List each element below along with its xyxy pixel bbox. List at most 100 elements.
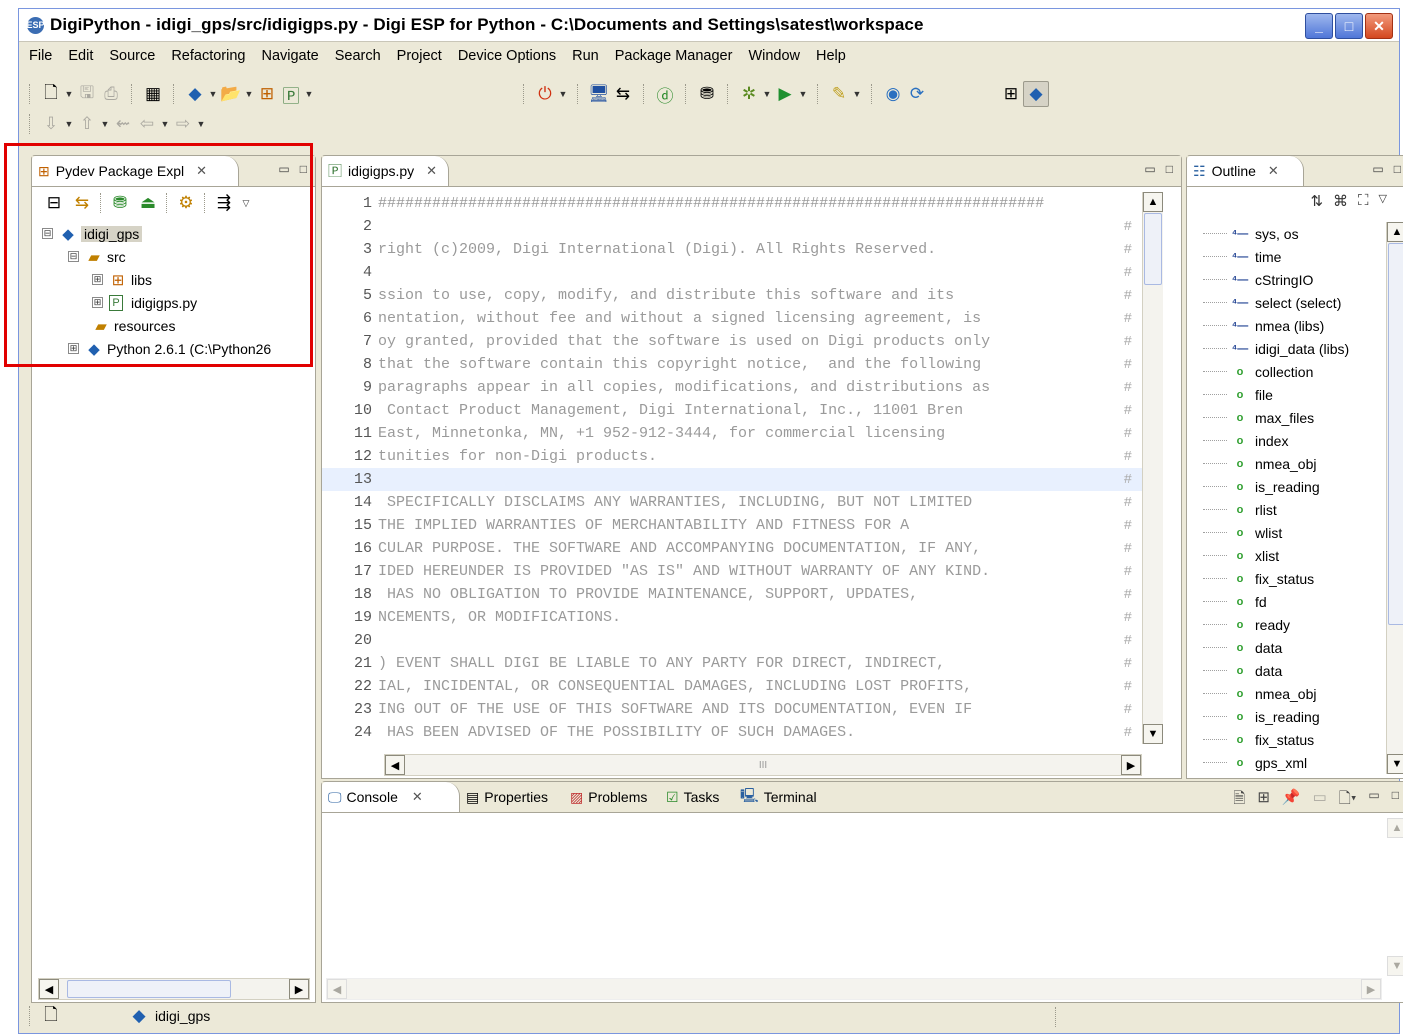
chevron-down-icon[interactable]: ▼ bbox=[761, 82, 773, 106]
run-icon[interactable]: ▶ bbox=[773, 82, 797, 106]
filter-icon[interactable]: ⛃ bbox=[108, 191, 132, 215]
focus-icon[interactable]: ⛶ bbox=[1358, 192, 1369, 210]
scroll-up-icon[interactable]: ▲ bbox=[1387, 222, 1403, 242]
minimize-view-icon[interactable]: ▭ bbox=[1144, 162, 1155, 176]
code-line[interactable]: 8 that the software contain this copyrigh… bbox=[322, 353, 1142, 376]
minimize-button[interactable]: _ bbox=[1305, 13, 1333, 39]
explorer-horizontal-scrollbar[interactable]: ◀ ▶ bbox=[38, 978, 310, 1000]
external-tools-icon[interactable]: ✎ bbox=[827, 82, 851, 106]
outline-item[interactable]: ⁴— nmea (libs) bbox=[1187, 314, 1383, 337]
menu-source[interactable]: Source bbox=[101, 48, 163, 64]
outline-item[interactable]: o index bbox=[1187, 429, 1383, 452]
menu-edit[interactable]: Edit bbox=[60, 48, 101, 64]
package-icon[interactable]: ⊞ bbox=[255, 82, 279, 106]
chevron-down-icon[interactable]: ▼ bbox=[63, 82, 75, 106]
minimize-view-icon[interactable]: ▭ bbox=[1368, 788, 1379, 813]
code-line[interactable]: 23 ING OUT OF THE USE OF THIS SOFTWARE AN… bbox=[322, 698, 1142, 721]
open-perspective-icon[interactable]: ⊞ bbox=[999, 82, 1023, 106]
outline-vertical-scrollbar[interactable]: ▲ ▼ bbox=[1386, 222, 1403, 774]
forward-icon[interactable]: ⇨ bbox=[171, 112, 195, 136]
tab-outline[interactable]: ☷ Outline ✕ bbox=[1187, 156, 1304, 186]
code-editor[interactable]: 1 #######################################… bbox=[322, 192, 1142, 744]
view-menu-icon[interactable]: ▽ bbox=[1379, 192, 1387, 210]
outline-item[interactable]: o fix_status bbox=[1187, 728, 1383, 751]
outline-item[interactable]: o collection bbox=[1187, 360, 1383, 383]
binary-file-icon[interactable]: ▦ bbox=[141, 82, 165, 106]
maximize-view-icon[interactable]: □ bbox=[1392, 788, 1399, 813]
code-line[interactable]: 6 nentation, without fee and without a si… bbox=[322, 307, 1142, 330]
expand-icon[interactable]: ⊞ bbox=[92, 274, 103, 285]
code-line[interactable]: 14 SPECIFICALLY DISCLAIMS ANY WARRANTIES… bbox=[322, 491, 1142, 514]
save-icon[interactable]: 🖫 bbox=[75, 82, 99, 106]
menu-project[interactable]: Project bbox=[389, 48, 450, 64]
tab-terminal[interactable]: 🖳 Terminal bbox=[734, 782, 823, 812]
tree-item-resources[interactable]: ▰ resources bbox=[32, 314, 315, 337]
scroll-down-icon[interactable]: ▼ bbox=[1387, 956, 1403, 976]
outline-item[interactable]: ⁴— select (select) bbox=[1187, 291, 1383, 314]
close-icon[interactable]: ✕ bbox=[1268, 163, 1279, 179]
tab-console[interactable]: 🖵 Console ✕ bbox=[322, 782, 460, 812]
code-line[interactable]: 1 #######################################… bbox=[322, 192, 1142, 215]
chevron-down-icon[interactable]: ▼ bbox=[243, 82, 255, 106]
code-line[interactable]: 19 NCEMENTS, OR MODIFICATIONS. # bbox=[322, 606, 1142, 629]
menu-run[interactable]: Run bbox=[564, 48, 607, 64]
chevron-down-icon[interactable]: ▼ bbox=[207, 82, 219, 106]
tree-item-idigigps-py[interactable]: ⊞ P idigigps.py bbox=[32, 291, 315, 314]
maximize-view-icon[interactable]: □ bbox=[1394, 162, 1401, 176]
outline-item[interactable]: o max_files bbox=[1187, 406, 1383, 429]
expand-icon[interactable]: ⊞ bbox=[68, 343, 79, 354]
chevron-down-icon[interactable]: ▼ bbox=[195, 112, 207, 136]
outline-item[interactable]: o data bbox=[1187, 636, 1383, 659]
link-with-editor-icon[interactable]: ⇆ bbox=[70, 191, 94, 215]
code-line[interactable]: 12 tunities for non-Digi products. # bbox=[322, 445, 1142, 468]
chevron-down-icon[interactable]: ▼ bbox=[303, 82, 315, 106]
chevron-down-icon[interactable]: ▼ bbox=[557, 82, 569, 106]
chevron-down-icon[interactable]: ▼ bbox=[797, 82, 809, 106]
code-line[interactable]: 17 IDED HEREUNDER IS PROVIDED "AS IS" AND… bbox=[322, 560, 1142, 583]
editor-vertical-scrollbar[interactable]: ▲ ▼ bbox=[1142, 192, 1163, 744]
outline-item[interactable]: o data bbox=[1187, 659, 1383, 682]
debug-icon[interactable]: ✲ bbox=[737, 82, 761, 106]
tab-properties[interactable]: ▤ Properties bbox=[460, 782, 554, 812]
tab-idigigps-py[interactable]: 🄿 idigigps.py ✕ bbox=[322, 156, 449, 186]
scroll-left-icon[interactable]: ◀ bbox=[385, 755, 405, 775]
outline-item[interactable]: o is_reading bbox=[1187, 475, 1383, 498]
maximize-view-icon[interactable]: □ bbox=[300, 162, 307, 176]
scroll-right-icon[interactable]: ▶ bbox=[1121, 755, 1141, 775]
tree-item-libs[interactable]: ⊞ ⊞ libs bbox=[32, 268, 315, 291]
code-line[interactable]: 9 paragraphs appear in all copies, modifi… bbox=[322, 376, 1142, 399]
console-horizontal-scrollbar[interactable]: ◀ ▶ bbox=[326, 978, 1382, 1000]
collapse-all-icon[interactable]: ⊟ bbox=[42, 191, 66, 215]
scroll-up-icon[interactable]: ▲ bbox=[1143, 192, 1163, 212]
outline-item[interactable]: ⁴— idigi_data (libs) bbox=[1187, 337, 1383, 360]
python-module-icon[interactable]: 🄿 bbox=[279, 82, 303, 106]
pydev-perspective-icon[interactable]: ◆ bbox=[1023, 81, 1049, 107]
menu-package-manager[interactable]: Package Manager bbox=[607, 48, 741, 64]
outline-item[interactable]: o nmea_obj bbox=[1187, 682, 1383, 705]
menu-search[interactable]: Search bbox=[327, 48, 389, 64]
code-line[interactable]: 22 IAL, INCIDENTAL, OR CONSEQUENTIAL DAMA… bbox=[322, 675, 1142, 698]
menu-help[interactable]: Help bbox=[808, 48, 854, 64]
new-icon[interactable]: 🗋 bbox=[39, 82, 63, 106]
back-icon[interactable]: ⇦ bbox=[135, 112, 159, 136]
collapse-icon[interactable]: ⊟ bbox=[42, 228, 53, 239]
view-menu-icon[interactable]: ▽ bbox=[240, 191, 252, 215]
collapse-icon[interactable]: ⊟ bbox=[68, 251, 79, 262]
outline-item[interactable]: o nmea_obj bbox=[1187, 452, 1383, 475]
tree-item-src[interactable]: ⊟ ▰ src bbox=[32, 245, 315, 268]
close-icon[interactable]: ✕ bbox=[412, 789, 423, 805]
print-icon[interactable]: ⎙ bbox=[99, 82, 123, 106]
scrollbar-thumb[interactable] bbox=[1144, 213, 1162, 285]
tab-package-explorer[interactable]: ⊞ Pydev Package Expl ✕ bbox=[32, 156, 239, 186]
code-line[interactable]: 3 right (c)2009, Digi International (Digi… bbox=[322, 238, 1142, 261]
outline-item[interactable]: o fd bbox=[1187, 590, 1383, 613]
outline-item[interactable]: ⁴— cStringIO bbox=[1187, 268, 1383, 291]
tree-item-python-interpreter[interactable]: ⊞ ◆ Python 2.6.1 (C:\Python26 bbox=[32, 337, 315, 360]
outline-item[interactable]: o is_reading bbox=[1187, 705, 1383, 728]
menu-device-options[interactable]: Device Options bbox=[450, 48, 564, 64]
scrollbar-grip[interactable]: III bbox=[405, 760, 1121, 771]
title-bar[interactable]: ESP DigiPython - idigi_gps/src/idigigps.… bbox=[19, 9, 1399, 42]
outline-item[interactable]: o file bbox=[1187, 383, 1383, 406]
outline-item[interactable]: o gps_xml bbox=[1187, 751, 1383, 774]
editor-horizontal-scrollbar[interactable]: ◀ III ▶ bbox=[384, 754, 1142, 776]
